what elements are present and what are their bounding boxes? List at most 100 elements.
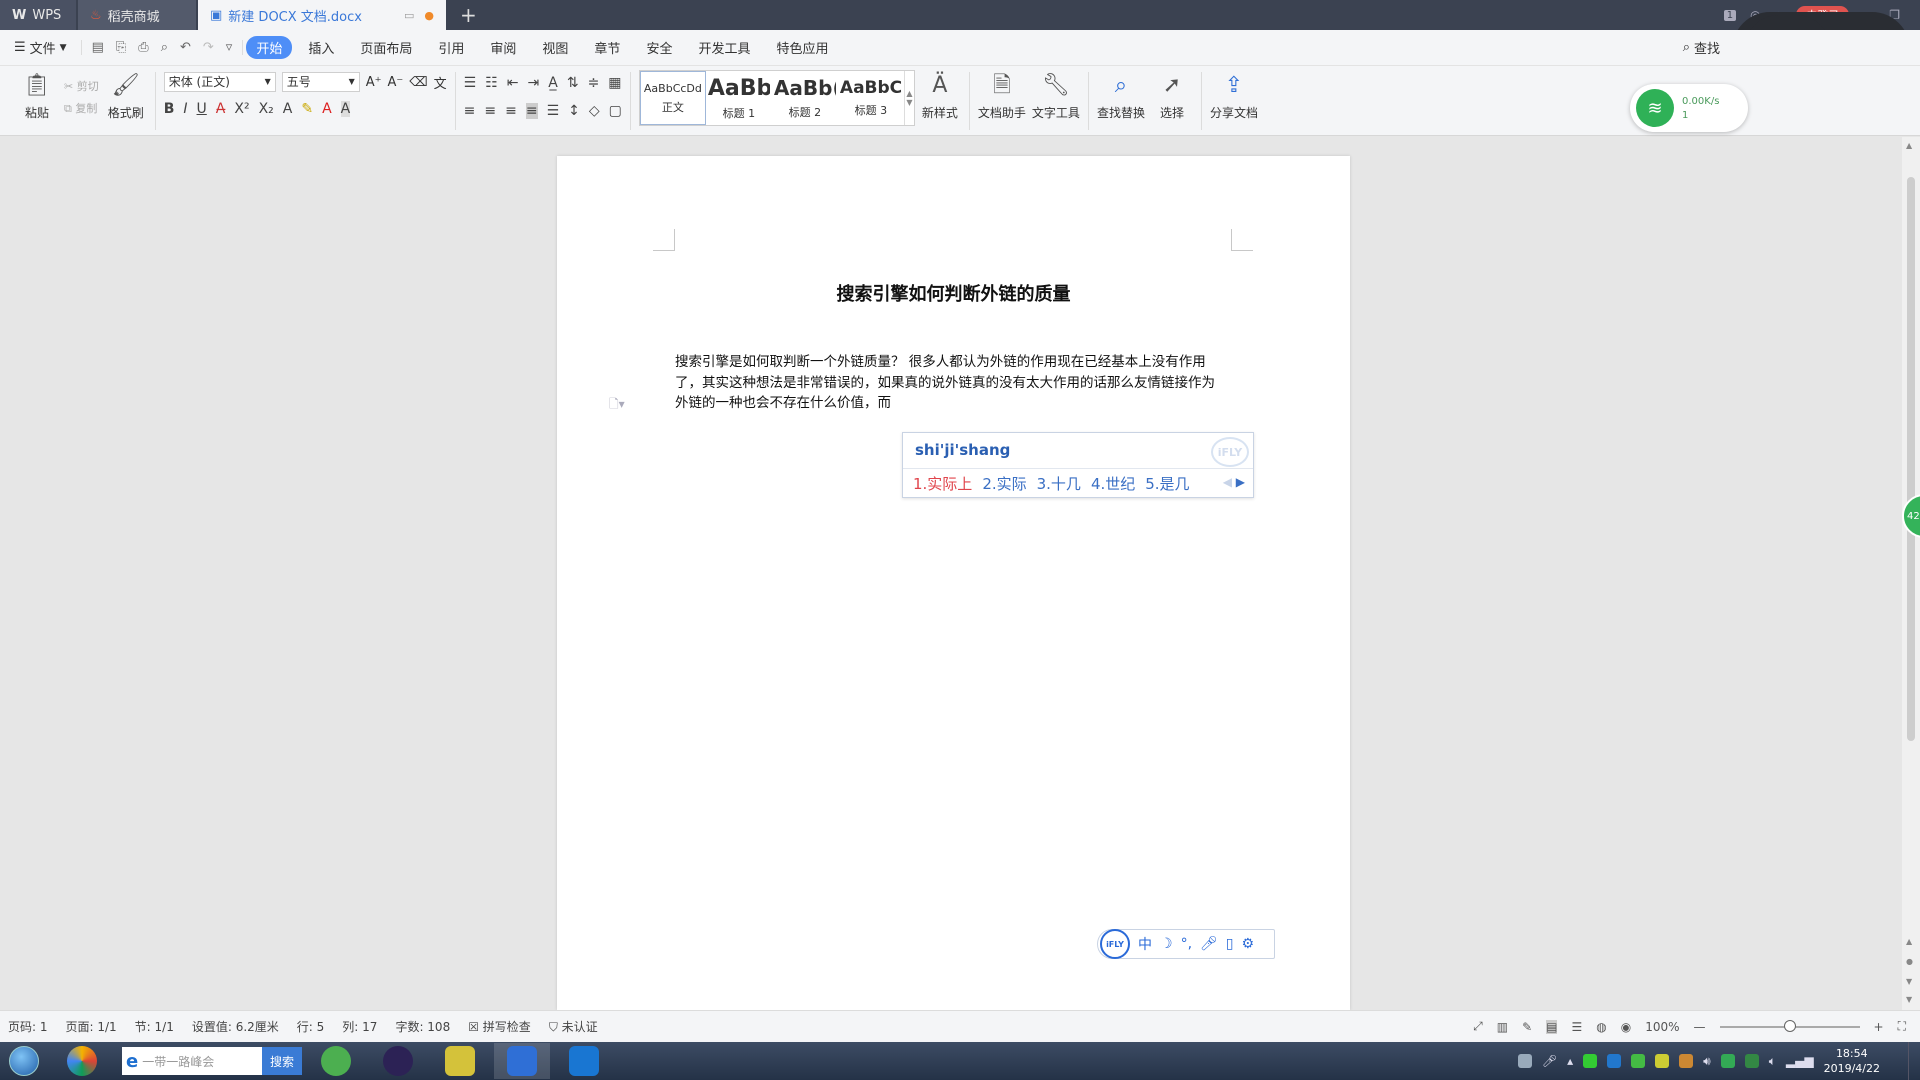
- char-shading-icon[interactable]: A: [340, 101, 351, 117]
- tray-ime-icon[interactable]: [1517, 1054, 1532, 1068]
- redo-icon[interactable]: ↷: [203, 40, 214, 55]
- status-word-count[interactable]: 字数: 108: [395, 1018, 450, 1035]
- tray-qq-icon[interactable]: [1679, 1054, 1694, 1068]
- font-color-icon[interactable]: A: [322, 101, 332, 117]
- window-count-badge[interactable]: 1: [1723, 9, 1737, 21]
- tab-docer-store[interactable]: ♨ 稻壳商城: [78, 0, 196, 30]
- print-icon[interactable]: ⎙: [138, 40, 148, 55]
- new-tab-button[interactable]: +: [446, 0, 491, 30]
- ime-candidate[interactable]: 5.是几: [1145, 473, 1189, 494]
- ime-prev-page-icon[interactable]: ◀: [1223, 475, 1232, 489]
- zoom-slider[interactable]: [1719, 1019, 1860, 1032]
- document-body[interactable]: 搜索引擎是如何取判断一个外链质量？ 很多人都认为外链的作用现在已经基本上没有作用…: [675, 352, 1235, 414]
- zoom-out-icon[interactable]: —: [1694, 1020, 1706, 1034]
- line-spacing-icon[interactable]: ↕: [568, 103, 580, 119]
- vertical-scrollbar[interactable]: ▲ ▲ ● ▼ ▼: [1902, 137, 1920, 1010]
- scroll-down-icon[interactable]: ▼: [1906, 995, 1912, 1004]
- tab-document[interactable]: ▣ 新建 DOCX 文档.docx ▭ ●: [198, 0, 446, 30]
- status-page-number[interactable]: 页码: 1: [8, 1018, 48, 1035]
- subscript-icon[interactable]: X₂: [259, 101, 274, 117]
- menu-insert[interactable]: 插入: [298, 36, 344, 59]
- web-view-icon[interactable]: ◍: [1596, 1020, 1606, 1034]
- scroll-thumb[interactable]: [1907, 177, 1915, 741]
- outline-view-icon[interactable]: ☰: [1571, 1020, 1582, 1034]
- ime-candidate[interactable]: 3.十几: [1037, 473, 1081, 494]
- menu-chapter[interactable]: 章节: [584, 36, 630, 59]
- eye-protection-icon[interactable]: ◉: [1621, 1020, 1631, 1034]
- document-title[interactable]: 搜索引擎如何判断外链的质量: [557, 280, 1350, 306]
- ime-mode-toggle[interactable]: 中: [1138, 934, 1152, 954]
- document-page[interactable]: 搜索引擎如何判断外链的质量 🗋︎▾ 搜索引擎是如何取判断一个外链质量？ 很多人都…: [557, 156, 1350, 1010]
- half-width-moon-icon[interactable]: ☽: [1160, 936, 1173, 952]
- grow-font-icon[interactable]: A⁺: [366, 75, 382, 90]
- align-right-icon[interactable]: ≡: [505, 103, 517, 119]
- style-heading-3[interactable]: AaBbC( 标题 3: [838, 71, 904, 125]
- menu-developer[interactable]: 开发工具: [688, 36, 760, 59]
- cut-button[interactable]: ✂ 剪切: [64, 78, 99, 94]
- tray-app-icon[interactable]: [1720, 1054, 1735, 1068]
- share-doc-button[interactable]: ⇪ 分享文档: [1210, 72, 1258, 121]
- ifly-logo-icon[interactable]: iFLY: [1100, 929, 1130, 959]
- status-row[interactable]: 行: 5: [297, 1018, 325, 1035]
- table-icon[interactable]: ▦: [608, 75, 621, 91]
- style-heading-2[interactable]: AaBb( 标题 2: [772, 71, 838, 125]
- shading-icon[interactable]: ◇: [589, 103, 600, 119]
- select-browse-icon[interactable]: ●: [1906, 957, 1913, 966]
- ime-candidate[interactable]: 2.实际: [982, 473, 1026, 494]
- soft-keyboard-icon[interactable]: ▯: [1226, 936, 1234, 952]
- style-heading-1[interactable]: AaBb 标题 1: [706, 71, 772, 125]
- menu-references[interactable]: 引用: [428, 36, 474, 59]
- superscript-icon[interactable]: X²: [234, 101, 249, 117]
- paragraph-menu-icon[interactable]: 🗋︎▾: [609, 395, 625, 416]
- settings-gear-icon[interactable]: ⚙: [1242, 936, 1255, 952]
- style-gallery-scroll[interactable]: ▲ ▼: [903, 71, 914, 125]
- menu-home[interactable]: 开始: [246, 36, 293, 59]
- increase-indent-icon[interactable]: ⇥: [528, 75, 540, 91]
- show-marks-icon[interactable]: ≑: [588, 75, 600, 91]
- select-button[interactable]: ➚ 选择: [1151, 72, 1193, 121]
- customize-icon[interactable]: ▿: [226, 40, 233, 55]
- status-section[interactable]: 节: 1/1: [135, 1018, 174, 1035]
- ime-candidate[interactable]: 4.世纪: [1091, 473, 1135, 494]
- network-monitor-widget[interactable]: ≋ 0.00K/s 1: [1630, 84, 1748, 132]
- tray-app-icon[interactable]: [1607, 1054, 1622, 1068]
- sort-icon[interactable]: ⇅: [567, 75, 579, 91]
- bullets-icon[interactable]: ☰: [464, 75, 477, 91]
- taskbar-app-3[interactable]: [432, 1043, 488, 1079]
- zoom-in-icon[interactable]: +: [1874, 1020, 1884, 1034]
- ime-candidate[interactable]: 1.实际上: [913, 473, 972, 494]
- text-effect-icon[interactable]: A: [283, 101, 293, 117]
- underline-icon[interactable]: U: [197, 101, 207, 117]
- numbering-icon[interactable]: ☷: [485, 75, 498, 91]
- page-down-icon[interactable]: ▼: [1906, 977, 1912, 986]
- copy-button[interactable]: ⧉ 复制: [64, 100, 99, 116]
- taskbar-app-eclipse[interactable]: [370, 1043, 426, 1079]
- status-setting[interactable]: 设置值: 6.2厘米: [192, 1018, 279, 1035]
- tray-app-icon[interactable]: [1631, 1054, 1646, 1068]
- clear-format-icon[interactable]: ⌫: [409, 75, 427, 90]
- fit-page-icon[interactable]: ⛶: [1898, 1019, 1906, 1034]
- taskbar-search-input[interactable]: e 一带一路峰会: [122, 1047, 262, 1075]
- tab-wps[interactable]: W WPS: [0, 0, 76, 30]
- paste-button[interactable]: 📋︎ 粘贴: [16, 72, 58, 121]
- tray-mic-icon[interactable]: 🎤︎: [1542, 1054, 1557, 1068]
- format-painter-button[interactable]: 🖌︎ 格式刷: [105, 72, 147, 121]
- microphone-icon[interactable]: 🎤︎: [1200, 936, 1218, 952]
- phonetic-icon[interactable]: 文: [434, 73, 447, 92]
- start-button[interactable]: [0, 1042, 48, 1080]
- style-normal[interactable]: AaBbCcDd 正文: [639, 71, 706, 125]
- tray-wifi-icon[interactable]: [1583, 1054, 1598, 1068]
- shrink-font-icon[interactable]: A⁻: [387, 75, 403, 90]
- align-left-icon[interactable]: ≡: [464, 103, 476, 119]
- taskbar-app-1[interactable]: [54, 1043, 110, 1079]
- certification-status[interactable]: ⛉ 未认证: [549, 1018, 598, 1035]
- ime-next-page-icon[interactable]: ▶: [1236, 475, 1245, 489]
- fullscreen-icon[interactable]: ⤢: [1473, 1019, 1483, 1034]
- font-name-select[interactable]: 宋体 (正文) ▼: [163, 72, 276, 92]
- tray-expand-icon[interactable]: ▴: [1567, 1054, 1573, 1068]
- taskbar-app-recorder[interactable]: [556, 1043, 612, 1079]
- borders-icon[interactable]: ▢: [609, 103, 622, 119]
- menu-page-layout[interactable]: 页面布局: [350, 36, 422, 59]
- doc-assistant-button[interactable]: 🗎︎ 文档助手: [978, 72, 1026, 121]
- export-icon[interactable]: ⎘: [116, 40, 126, 55]
